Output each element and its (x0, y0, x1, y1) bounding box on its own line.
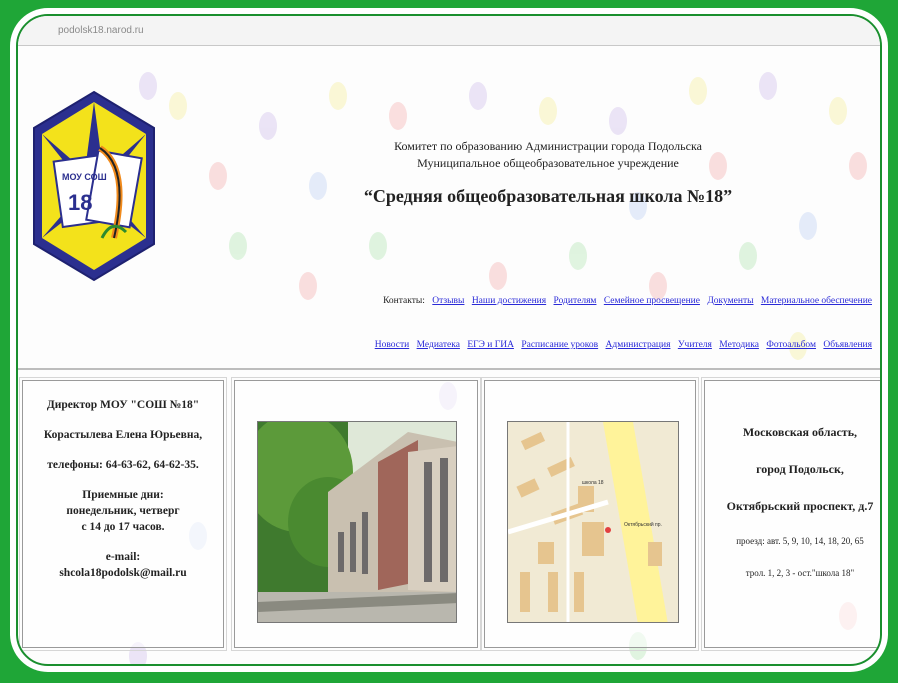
nav-link-reviews[interactable]: Отзывы (432, 296, 464, 306)
nav-link-methodology[interactable]: Методика (719, 340, 759, 350)
director-panel: Директор МОУ "СОШ №18" Корастылева Елена… (19, 377, 227, 651)
email-label: e-mail: (105, 551, 141, 563)
map-label-street: Октябрьский пр. (624, 521, 662, 528)
nav-link-administration[interactable]: Администрация (606, 340, 671, 350)
browser-address-bar[interactable]: podolsk18.narod.ru (18, 16, 880, 46)
nav-link-exams[interactable]: ЕГЭ и ГИА (467, 340, 514, 350)
director-phones: телефоны: 64-63-62, 64-62-35. (47, 459, 199, 471)
nav-link-photo-album[interactable]: Фотоальбом (766, 340, 816, 350)
nav-link-parents[interactable]: Родителям (554, 296, 597, 306)
nav-link-announcements[interactable]: Объявления (823, 340, 872, 350)
nav-link-achievements[interactable]: Наши достижения (472, 296, 546, 306)
browser-viewport: podolsk18.narod.ru МОУ СОШ 18 Комитет по… (16, 14, 882, 666)
director-name: Корастылева Елена Юрьевна, (43, 429, 203, 441)
location-map[interactable]: школа 18 Октябрьский пр. (507, 421, 679, 623)
nav-link-material-support[interactable]: Материальное обеспечение (761, 296, 872, 306)
nav-row-bottom: Новости Медиатека ЕГЭ и ГИА Расписание у… (370, 340, 872, 350)
school-building-photo (257, 421, 457, 623)
address-city: город Подольск, (756, 462, 844, 476)
nav-link-family-education[interactable]: Семейное просвещение (604, 296, 700, 306)
logo-caption: МОУ СОШ (62, 172, 107, 182)
map-marker-icon (605, 527, 611, 533)
page-header: Комитет по образованию Администрации гор… (318, 138, 778, 207)
address-bus-routes: проезд: авт. 5, 9, 10, 14, 18, 20, 65 (736, 536, 864, 546)
address-street: Октябрьский проспект, д.7 (726, 499, 874, 513)
nav-link-schedule[interactable]: Расписание уроков (521, 340, 598, 350)
address-region: Московская область, (742, 425, 858, 439)
nav-link-documents[interactable]: Документы (707, 296, 753, 306)
nav-link-media-library[interactable]: Медиатека (417, 340, 460, 350)
nav-link-news[interactable]: Новости (375, 340, 409, 350)
nav-contacts-label: Контакты (383, 296, 423, 306)
address-trolley-routes: трол. 1, 2, 3 - ост."школа 18" (745, 568, 855, 578)
url-text: podolsk18.narod.ru (58, 25, 144, 36)
map-panel: школа 18 Октябрьский пр. (481, 377, 699, 651)
header-committee: Комитет по образованию Администрации гор… (394, 139, 702, 153)
nav-row-top: Контакты: Отзывы Наши достижения Родител… (383, 296, 872, 306)
school-logo: МОУ СОШ 18 (30, 88, 158, 284)
director-title: Директор МОУ "СОШ №18" (46, 399, 200, 411)
school-photo-panel (231, 377, 481, 651)
page-title: “Средняя общеобразовательная школа №18” (363, 186, 733, 206)
email-address[interactable]: shcola18podolsk@mail.ru (29, 565, 217, 581)
map-label-school: школа 18 (582, 480, 604, 486)
slide-frame: podolsk18.narod.ru МОУ СОШ 18 Комитет по… (10, 8, 888, 672)
nav-link-teachers[interactable]: Учителя (678, 340, 712, 350)
address-panel: Московская область, город Подольск, Октя… (701, 377, 880, 651)
header-institution: Муниципальное общеобразовательное учрежд… (417, 156, 679, 170)
reception-title: Приемные дни: (82, 489, 164, 501)
reception-time: с 14 до 17 часов. (81, 521, 165, 533)
header-divider (18, 368, 880, 370)
reception-days: понедельник, четверг (66, 505, 180, 517)
logo-number: 18 (68, 190, 92, 215)
